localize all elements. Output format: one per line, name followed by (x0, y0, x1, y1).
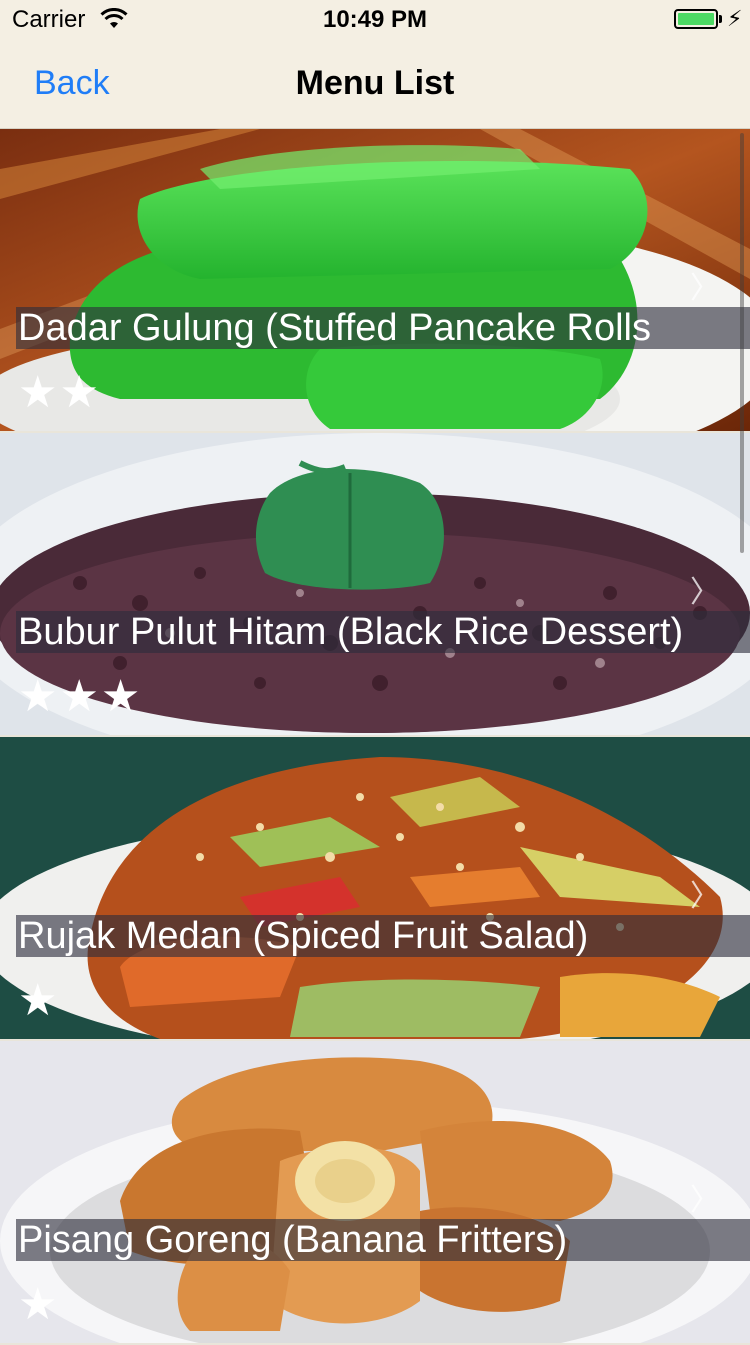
star-rating: ★ (18, 976, 60, 1025)
menu-item-title: Rujak Medan (Spiced Fruit Salad) (16, 915, 750, 957)
menu-item-bubur-pulut-hitam[interactable]: Bubur Pulut Hitam (Black Rice Dessert) 〉… (0, 433, 750, 737)
battery-level (678, 13, 714, 25)
menu-list[interactable]: Dadar Gulung (Stuffed Pancake Rolls 〉 ★★ (0, 129, 750, 1345)
star-rating: ★ (18, 1280, 60, 1329)
battery-cap (719, 15, 722, 23)
battery-icon (674, 9, 718, 29)
status-bar: Carrier 10:49 PM ⚡︎ (0, 0, 750, 40)
chevron-right-icon: 〉 (690, 576, 720, 609)
clock: 10:49 PM (322, 6, 428, 33)
food-photo (0, 1041, 750, 1343)
star-rating: ★★★ (18, 672, 143, 721)
page-title: Menu List (295, 64, 455, 102)
menu-item-title: Dadar Gulung (Stuffed Pancake Rolls (16, 307, 750, 349)
menu-item-rujak-medan[interactable]: Rujak Medan (Spiced Fruit Salad) 〉 ★ (0, 737, 750, 1041)
menu-item-dadar-gulung[interactable]: Dadar Gulung (Stuffed Pancake Rolls 〉 ★★ (0, 129, 750, 433)
chevron-right-icon: 〉 (690, 272, 720, 305)
navigation-bar: Back Menu List (0, 40, 750, 129)
charging-bolt-icon: ⚡︎ (727, 6, 743, 31)
chevron-right-icon: 〉 (690, 880, 720, 913)
scrollbar[interactable] (740, 133, 744, 553)
star-rating: ★★ (18, 368, 101, 417)
chevron-right-icon: 〉 (690, 1184, 720, 1217)
menu-item-title: Pisang Goreng (Banana Fritters) (16, 1219, 750, 1261)
food-photo (0, 737, 750, 1039)
menu-item-title: Bubur Pulut Hitam (Black Rice Dessert) (16, 611, 750, 653)
food-photo (0, 129, 750, 431)
menu-item-pisang-goreng[interactable]: Pisang Goreng (Banana Fritters) 〉 ★ (0, 1041, 750, 1345)
